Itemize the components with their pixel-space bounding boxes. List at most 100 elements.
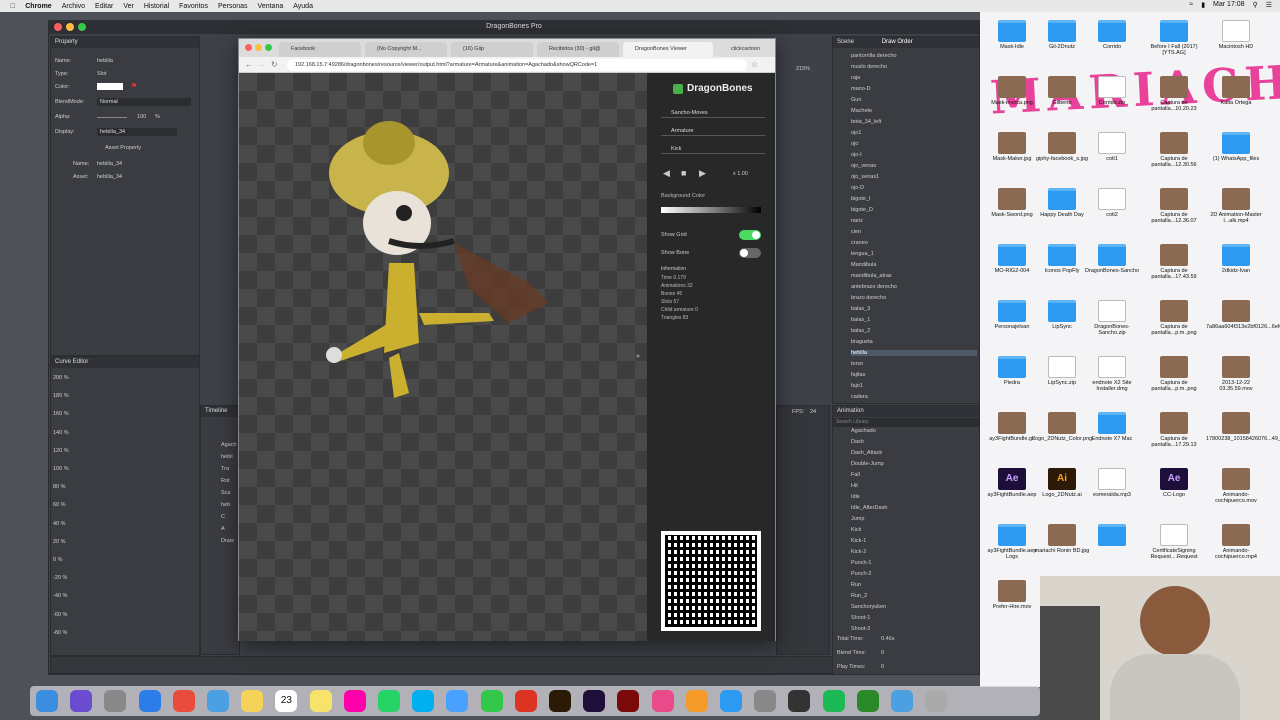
whatsapp-icon[interactable] (378, 690, 400, 712)
menu-list-icon[interactable]: ☰ (1266, 1, 1272, 9)
animation-item[interactable]: Double-Jump (851, 461, 884, 467)
desktop-icon-10[interactable]: Katia Ortega (1206, 76, 1266, 106)
timeline-item[interactable]: Tra (221, 466, 229, 472)
browser-traffic-lights[interactable] (245, 44, 272, 51)
desktop-icon-50[interactable]: Animando-cochipuerco.mp4 (1206, 524, 1266, 560)
photos-icon[interactable] (343, 690, 366, 712)
animation-item[interactable]: Idle_AfterDash (851, 505, 887, 511)
draw-order-item[interactable]: cadera (851, 394, 868, 400)
draw-order-item[interactable]: brazo derecho (851, 295, 886, 301)
reload-icon[interactable]: ↻ (271, 60, 278, 69)
menu-historial[interactable]: Historial (144, 3, 169, 10)
desktop-icon-38[interactable]: Endnote X7 Mac (1082, 412, 1142, 442)
draw-order-tab[interactable]: Draw Order (882, 39, 913, 45)
facetime-icon[interactable] (480, 690, 503, 712)
safari-icon[interactable] (138, 690, 161, 712)
draw-order-item[interactable]: bigote_D (851, 207, 873, 213)
illustrator-icon[interactable] (549, 690, 571, 712)
animation-item[interactable]: Kick (851, 527, 861, 533)
animation-item[interactable]: Dash (851, 439, 864, 445)
animation-item[interactable]: Kick-1 (851, 538, 866, 544)
draw-order-item[interactable]: craneo (851, 240, 868, 246)
timeline-tab[interactable]: Timeline (201, 406, 239, 417)
desktop-icon-43[interactable]: esmeralda.mp3 (1082, 468, 1142, 498)
desktop-icon-39[interactable]: Captura de pantalla...17.29.13 (1144, 412, 1204, 448)
menu-ver[interactable]: Ver (123, 3, 134, 10)
appstore-icon[interactable] (720, 690, 742, 712)
draw-order-item[interactable]: bota_34_left (851, 119, 881, 125)
timeline-frames[interactable] (776, 405, 830, 655)
animation-item[interactable]: Jump (851, 516, 864, 522)
preview-icon[interactable] (207, 690, 229, 712)
desktop-icon-19[interactable]: Captura de pantalla...12.36.07 (1144, 188, 1204, 224)
asset-property-header[interactable]: Asset Property (105, 145, 141, 151)
traffic-lights[interactable] (54, 23, 86, 31)
draw-order-item[interactable]: lengua_1 (851, 251, 874, 257)
desktop-icon-8[interactable]: Corrido.zip (1082, 76, 1142, 106)
next-icon[interactable]: ▶ (699, 168, 706, 179)
desktop-icon-25[interactable]: 2dkidz-Ivan (1206, 244, 1266, 274)
draw-order-item[interactable]: ojo-D (851, 185, 864, 191)
messages-icon[interactable] (446, 690, 469, 712)
timeline-item[interactable]: Draw (221, 538, 234, 544)
draw-order-item[interactable]: bigote_I (851, 196, 871, 202)
tab-giip[interactable]: (16) Giip (451, 42, 533, 57)
viewer-collapse-icon[interactable]: » (636, 353, 640, 360)
desktop-icon-14[interactable]: Captura de pantalla...12.30.56 (1144, 132, 1204, 168)
timeline-item[interactable]: Sca (221, 490, 230, 496)
animation-item[interactable]: Shoot-2 (851, 626, 870, 632)
desktop-icon-44[interactable]: Ae CC-Logo (1144, 468, 1204, 498)
trash-icon[interactable] (925, 690, 948, 712)
animation-item[interactable]: Hit (851, 483, 858, 489)
animation-item[interactable]: Sanchoryuken (851, 604, 886, 610)
blend-time-value[interactable]: 0 (881, 650, 884, 656)
desktop-icon-13[interactable]: coti1 (1082, 132, 1142, 162)
animation-item[interactable]: Run (851, 582, 861, 588)
menu-ventana[interactable]: Ventana (258, 3, 284, 10)
curve-editor-tab[interactable]: Curve Editor (51, 357, 199, 368)
aftereffects-icon[interactable] (583, 690, 606, 712)
fps-value[interactable]: 24 (810, 409, 816, 415)
animation-item[interactable]: Fall (851, 472, 860, 478)
timeline-item[interactable]: Agach (221, 442, 237, 448)
timeline-item[interactable]: A (221, 526, 225, 532)
spotify-icon[interactable] (822, 690, 845, 712)
desktop-icon-51[interactable]: Prefer-Hire.mov (982, 580, 1042, 610)
tab-dragonbones-viewer[interactable]: DragonBones Viewer (623, 42, 713, 57)
speed-value[interactable]: x 1.00 (733, 171, 748, 177)
draw-order-item[interactable]: Machete (851, 108, 872, 114)
draw-order-item[interactable]: ojo_venas (851, 163, 876, 169)
draw-order-item[interactable]: fajitas (851, 372, 865, 378)
desktop-icon-35[interactable]: 2013-12-22 03.35.59.mov (1206, 356, 1266, 392)
stickies-icon[interactable] (309, 690, 332, 712)
show-grid-toggle[interactable] (739, 230, 761, 240)
draw-order-item[interactable]: torso (851, 361, 863, 367)
draw-order-item[interactable]: fajo1 (851, 383, 863, 389)
menu-chrome[interactable]: Chrome (25, 3, 51, 10)
animation-item[interactable]: Punch-1 (851, 560, 872, 566)
play-times-value[interactable]: 0 (881, 664, 884, 670)
desktop-icon-29[interactable]: Captura de pantalla...p.m..png (1144, 300, 1204, 336)
animation-item[interactable]: Shoot-1 (851, 615, 870, 621)
zoom-level[interactable]: 215% (796, 66, 810, 72)
menu-favoritos[interactable]: Favoritos (179, 3, 208, 10)
itunes-icon[interactable] (651, 690, 674, 712)
desktop-icon-23[interactable]: DragonBones-Sancho (1082, 244, 1142, 274)
draw-order-item[interactable]: ojo_venas1 (851, 174, 879, 180)
prop-name-value[interactable]: hebilla (97, 58, 113, 64)
preferences-icon[interactable] (754, 690, 777, 712)
desktop-icon-24[interactable]: Captura de pantalla...17.43.59 (1144, 244, 1204, 280)
animation-item[interactable]: Punch-2 (851, 571, 872, 577)
draw-order-item[interactable]: ojo (851, 141, 858, 147)
show-bone-toggle[interactable] (739, 248, 761, 258)
animation-item[interactable]: Idle (851, 494, 860, 500)
draw-order-item[interactable]: hebilla (851, 350, 977, 356)
flash-icon[interactable] (617, 690, 640, 712)
prev-icon[interactable]: ◀ (663, 168, 670, 179)
animation-tab[interactable]: Animation (833, 406, 979, 417)
draw-order-item[interactable]: balas_3 (851, 306, 870, 312)
draw-order-item[interactable]: balas_2 (851, 328, 870, 334)
animation-viewer-canvas[interactable] (239, 73, 647, 641)
property-tab[interactable]: Property (51, 37, 199, 48)
desktop-icon-30[interactable]: 7a86aa604f313e2bf0126...6efe.jpg (1206, 300, 1280, 330)
